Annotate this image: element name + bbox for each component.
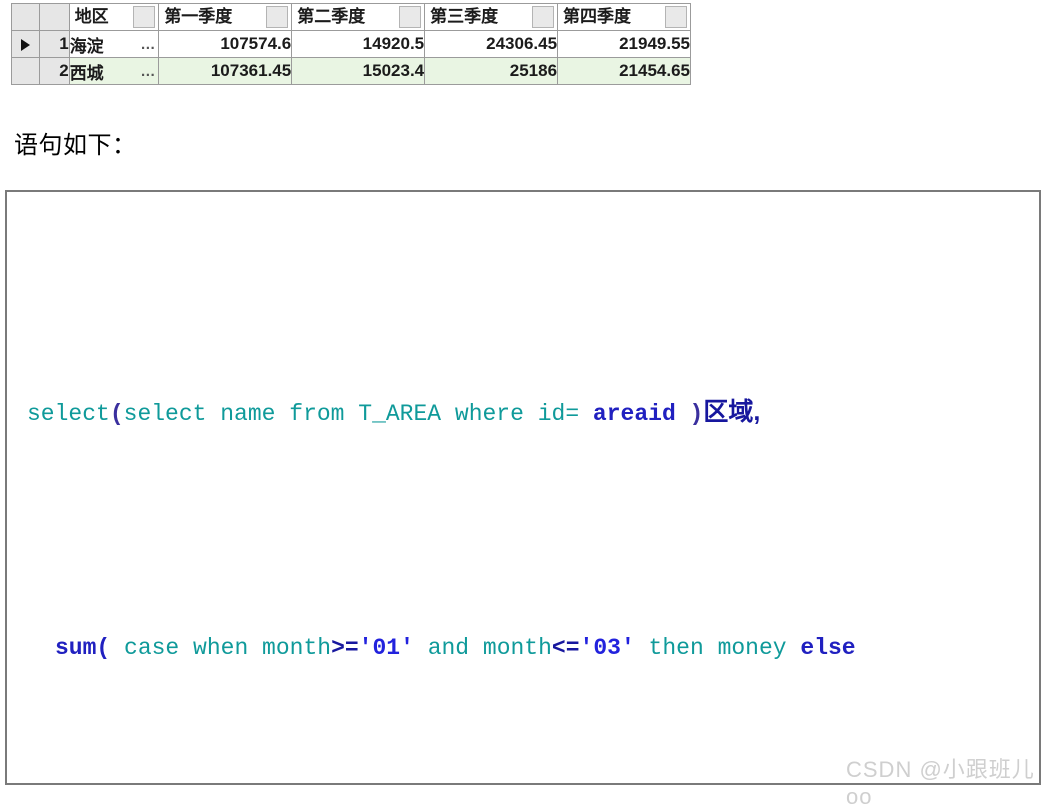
section-caption: 语句如下： [14, 132, 137, 159]
cell-q1[interactable]: 107574.6 [158, 30, 293, 58]
column-filter-grip-icon[interactable] [266, 6, 289, 28]
cell-overflow-ellipsis-icon: … [140, 62, 157, 80]
row-number: 2 [38, 57, 70, 85]
month-to-value: '03' [579, 635, 635, 661]
paren-open: ( [109, 401, 124, 427]
row-number: 1 [38, 30, 70, 58]
column-filter-grip-icon[interactable] [532, 6, 555, 28]
column-header-q4[interactable]: 第四季度 [557, 3, 691, 31]
alias-region: 区域, [703, 398, 761, 426]
column-header-area-label: 地区 [74, 7, 109, 26]
subquery-areaid: areaid [579, 401, 690, 427]
cell-overflow-ellipsis-icon: … [140, 35, 157, 53]
cell-q2[interactable]: 15023.4 [291, 57, 426, 85]
sql-code-text: select(select name from T_AREA where id=… [7, 192, 1039, 783]
case-when-clause: case when month [110, 635, 332, 661]
cell-q4[interactable]: 21454.65 [557, 57, 691, 85]
column-header-q1[interactable]: 第一季度 [158, 3, 293, 31]
cell-area[interactable]: 西城 … [68, 57, 160, 85]
column-filter-grip-icon[interactable] [133, 6, 156, 28]
month-from-value: '01' [358, 635, 414, 661]
column-filter-grip-icon[interactable] [665, 6, 687, 28]
table-row[interactable]: 1 海淀 … 107574.6 14920.5 24306.45 21949.5… [11, 30, 691, 58]
column-header-q3-label: 第三季度 [430, 7, 499, 26]
func-sum: sum( [55, 635, 111, 661]
operator-gte: >= [331, 635, 359, 661]
cell-area-value: 海淀 [69, 36, 104, 56]
row-selector[interactable] [11, 57, 40, 85]
table-row[interactable]: 2 西城 … 107361.45 15023.4 25186 21454.65 [11, 57, 691, 85]
column-header-q3[interactable]: 第三季度 [424, 3, 559, 31]
column-header-q4-label: 第四季度 [563, 7, 632, 26]
code-line-2: sum( case when month>='01' and month<='0… [7, 619, 1039, 678]
sql-code-block[interactable]: select(select name from T_AREA where id=… [5, 190, 1041, 785]
column-header-area[interactable]: 地区 [68, 3, 160, 31]
column-header-q2-label: 第二季度 [297, 7, 366, 26]
subquery-text: select name from T_AREA where id= [123, 401, 580, 427]
table-header-row: 地区 第一季度 第二季度 第三季度 第四季度 [11, 3, 691, 31]
cell-q3[interactable]: 24306.45 [424, 30, 559, 58]
query-result-grid[interactable]: 地区 第一季度 第二季度 第三季度 第四季度 1 海淀 … 107574.6 1… [11, 3, 691, 85]
keyword-select: select [27, 401, 110, 427]
cell-q3[interactable]: 25186 [424, 57, 559, 85]
column-filter-grip-icon[interactable] [399, 6, 422, 28]
row-number-corner [38, 3, 70, 31]
then-money: then money [634, 635, 801, 661]
cell-q2[interactable]: 14920.5 [291, 30, 426, 58]
operator-lte: <= [551, 635, 580, 661]
column-header-q2[interactable]: 第二季度 [291, 3, 426, 31]
and-clause: and month [413, 635, 552, 661]
column-header-q1-label: 第一季度 [164, 7, 233, 26]
code-line-1: select(select name from T_AREA where id=… [7, 383, 1039, 442]
paren-close: ) [689, 401, 704, 427]
current-row-indicator[interactable] [11, 30, 40, 58]
cell-area-value: 西城 [69, 63, 104, 83]
cell-area[interactable]: 海淀 … [68, 30, 160, 58]
row-selector-corner [11, 3, 40, 31]
keyword-else: else [800, 635, 856, 661]
play-triangle-icon [20, 38, 30, 51]
cell-q4[interactable]: 21949.55 [557, 30, 691, 58]
cell-q1[interactable]: 107361.45 [158, 57, 293, 85]
result-table: 地区 第一季度 第二季度 第三季度 第四季度 1 海淀 … 107574.6 1… [11, 3, 691, 85]
